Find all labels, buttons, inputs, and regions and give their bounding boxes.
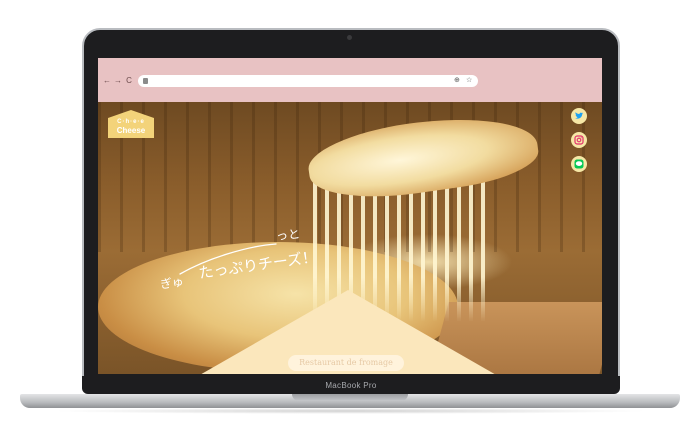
model-label: MacBook Pro xyxy=(325,381,377,390)
restaurant-button[interactable]: Restaurant de fromage xyxy=(288,355,404,371)
logo-wordmark: Cheese xyxy=(116,126,146,135)
zoom-icon[interactable]: ⊕ xyxy=(454,75,460,87)
bookmark-star-icon[interactable]: ☆ xyxy=(466,75,472,87)
back-button[interactable]: ← xyxy=(102,75,112,87)
twitter-button[interactable] xyxy=(571,108,587,124)
laptop-screen: ← → C ⊕ ☆ C·h·e·e Cheese ぎゅ っと たっぷりチーズ！ … xyxy=(98,58,602,374)
hero-tagline: ぎゅ っと たっぷりチーズ！ xyxy=(158,227,328,294)
laptop-mockup: MacBook Pro ← → C ⊕ ☆ C·h·e·e Cheese ぎゅ … xyxy=(0,0,700,433)
lock-icon xyxy=(143,78,148,84)
instagram-icon xyxy=(574,135,584,145)
logo-top-text: C·h·e·e xyxy=(117,119,145,125)
reload-button[interactable]: C xyxy=(124,75,134,87)
line-icon xyxy=(574,159,584,169)
twitter-icon xyxy=(575,112,584,119)
browser-chrome: ← → C ⊕ ☆ xyxy=(98,58,602,102)
forward-button[interactable]: → xyxy=(113,75,123,87)
hero-section: C·h·e·e Cheese ぎゅ っと たっぷりチーズ！ Restaurant… xyxy=(98,102,602,374)
site-logo[interactable]: C·h·e·e Cheese xyxy=(108,110,154,138)
instagram-button[interactable] xyxy=(571,132,587,148)
laptop-notch xyxy=(292,394,408,401)
laptop-shadow xyxy=(50,408,650,414)
tab-strip xyxy=(98,58,602,72)
logo-roof xyxy=(108,110,154,118)
webcam xyxy=(347,35,352,40)
address-bar[interactable]: ⊕ ☆ xyxy=(138,75,478,87)
tagline-gyu: ぎゅ xyxy=(159,274,185,292)
line-button[interactable] xyxy=(571,156,587,172)
tagline-tto: っと xyxy=(275,226,301,244)
